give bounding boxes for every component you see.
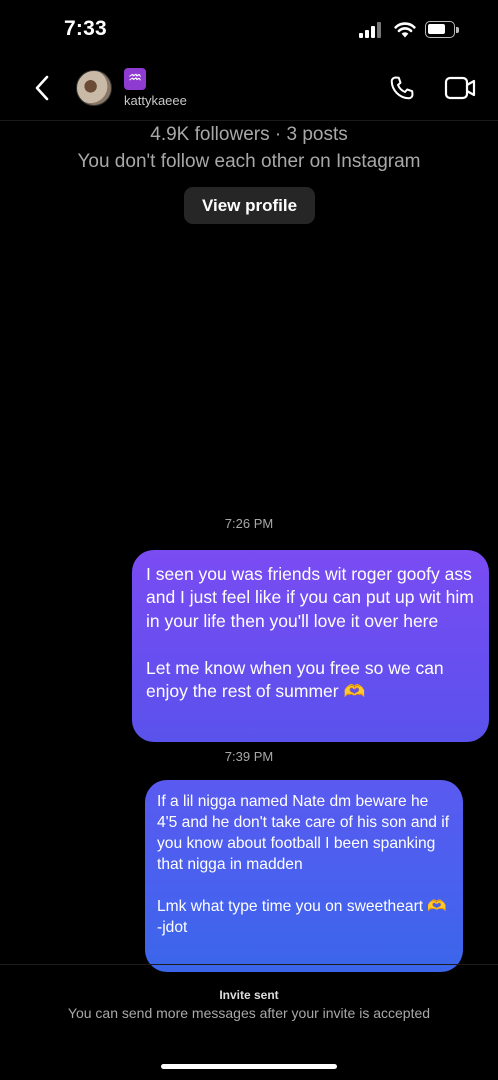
phone-call-icon[interactable] [388,74,416,102]
aquarius-zodiac-icon: ♒ [124,68,146,90]
sent-message-bubble[interactable]: I seen you was friends wit roger goofy a… [132,550,489,742]
wifi-icon [394,22,416,38]
invite-info-text: You can send more messages after your in… [67,1005,431,1021]
invite-status: Invite sent [219,990,279,1000]
video-call-icon[interactable] [444,74,476,102]
header-divider [0,120,498,121]
home-indicator[interactable] [161,1064,337,1069]
view-profile-button[interactable]: View profile [184,187,315,224]
back-arrow-icon[interactable] [32,74,54,102]
status-time: 7:33 [64,17,107,40]
follow-status: You don't follow each other on Instagram [77,151,421,172]
footer-divider [0,964,498,965]
username[interactable]: kattykaeee [124,93,187,108]
followers-count: 4.9K followers · 3 posts [150,124,348,145]
message-timestamp: 7:26 PM [224,516,274,531]
sent-message-bubble[interactable]: If a lil nigga named Nate dm beware he 4… [145,780,463,972]
battery-icon [425,21,459,38]
cellular-signal-icon [359,22,383,38]
avatar[interactable] [76,70,112,106]
message-timestamp: 7:39 PM [224,749,274,764]
